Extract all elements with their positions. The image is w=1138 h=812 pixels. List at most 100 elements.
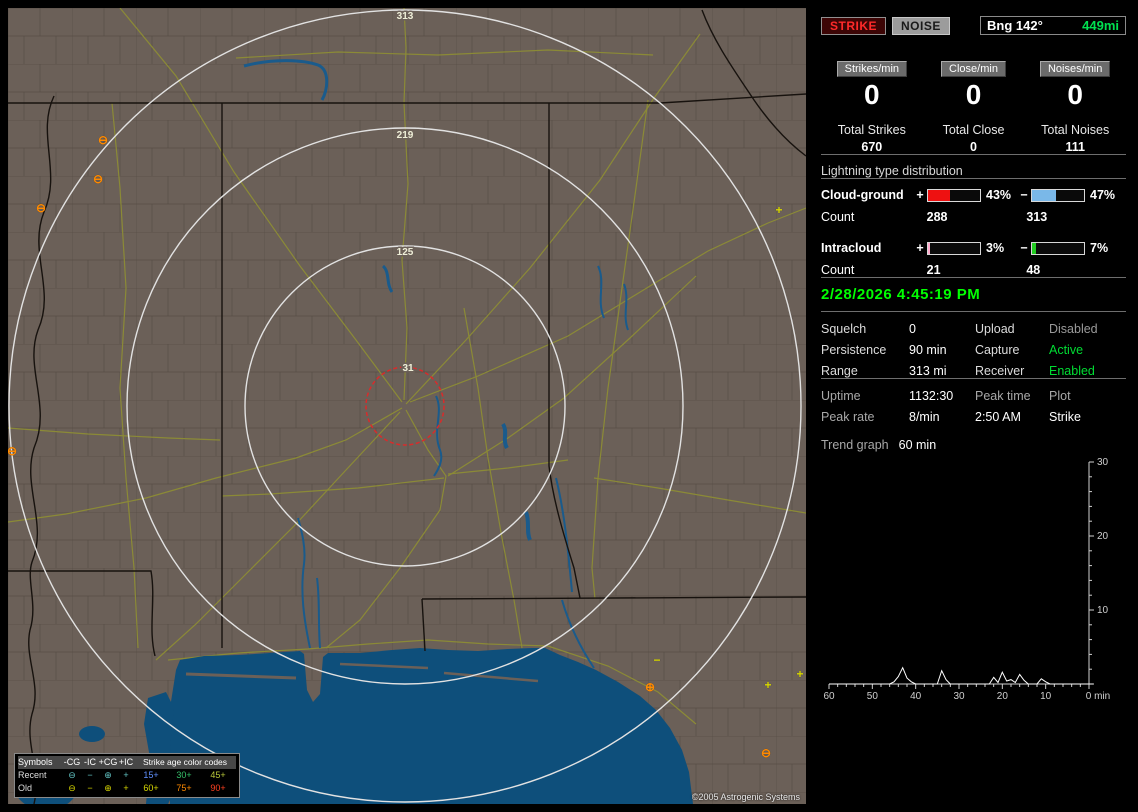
trend-window-value: 60 min <box>898 438 937 452</box>
ic-count-label: Count <box>821 263 855 277</box>
persistence-value: 90 min <box>909 343 947 357</box>
ic-minus-pct: 7% <box>1090 241 1109 255</box>
trend-header: Trend graph 60 min <box>821 438 1126 452</box>
persistence-label: Persistence <box>821 343 887 357</box>
cloud-ground-row: Cloud-ground + 43% − 47% <box>821 188 1126 202</box>
capture-label: Capture <box>975 343 1020 357</box>
svg-text:10: 10 <box>1097 605 1109 616</box>
ic-minus-old-icon: − <box>87 783 93 793</box>
ring-label-219: 219 <box>397 130 414 141</box>
total-noises-label: Total Noises <box>1041 123 1110 137</box>
svg-text:+: + <box>775 203 782 217</box>
legend-age-75: 75+ <box>176 783 192 793</box>
svg-text:⊖: ⊖ <box>761 746 771 760</box>
strikes-per-min-chip: Strikes/min <box>836 61 908 77</box>
legend-age-header: Strike age color codes <box>134 756 236 769</box>
range-value: 313 mi <box>909 364 947 378</box>
trend-chart: 60 50 40 30 20 10 0 min 30 20 10 <box>821 456 1126 709</box>
svg-text:⊖: ⊖ <box>98 133 108 147</box>
legend-col-ic-plus: +IC <box>118 756 134 769</box>
svg-text:⊖: ⊖ <box>93 172 103 186</box>
svg-text:⊖: ⊖ <box>36 201 46 215</box>
plus-sign: + <box>916 188 924 202</box>
ring-label-31: 31 <box>402 363 414 374</box>
legend-col-cg-plus: +CG <box>98 756 118 769</box>
noises-per-min-value: 0 <box>1067 79 1083 110</box>
lightning-map[interactable]: 313 219 125 31 ⊖ ⊖ ⊖ ⊖ ⊕ ⊖ + + + − Symbols -CG -I… <box>8 8 806 804</box>
intracloud-count-row: Count 21 48 <box>821 263 1126 277</box>
cg-minus-old-icon: ⊖ <box>68 783 76 793</box>
bearing-label: Bng 142° <box>987 18 1043 33</box>
ic-minus-bar <box>1031 241 1085 255</box>
legend-col-ic-minus: -IC <box>82 756 98 769</box>
close-counter: Close/min 0 Total Close 0 <box>923 61 1025 154</box>
ring-label-313: 313 <box>397 11 414 22</box>
total-close-label: Total Close <box>942 123 1005 137</box>
peak-time-label: Peak time <box>975 389 1031 403</box>
minus-sign: − <box>1020 188 1028 202</box>
ic-plus-bar <box>927 241 981 255</box>
cg-minus-bar <box>1031 188 1085 202</box>
side-panel: STRIKE NOISE Bng 142° 449mi Strikes/min … <box>815 8 1132 804</box>
receiver-value: Enabled <box>1049 364 1095 378</box>
uptime-value: 1132:30 <box>909 389 954 403</box>
minus-sign: − <box>1020 241 1028 255</box>
noise-button[interactable]: NOISE <box>892 16 950 35</box>
cg-minus-count: 313 <box>1026 210 1048 224</box>
legend-recent-label: Recent <box>18 770 47 780</box>
app-window: 313 219 125 31 ⊖ ⊖ ⊖ ⊖ ⊕ ⊖ + + + − Symbols -CG -I… <box>0 0 1138 812</box>
ic-plus-recent-icon: + <box>123 770 129 780</box>
datetime-display: 2/28/2026 4:45:19 PM <box>821 286 981 303</box>
close-per-min-chip: Close/min <box>941 61 1006 77</box>
capture-value: Active <box>1049 343 1084 357</box>
close-per-min-value: 0 <box>965 79 982 110</box>
ic-plus-count: 21 <box>926 263 941 277</box>
total-noises-value: 111 <box>1065 140 1085 154</box>
cg-plus-bar <box>927 188 981 202</box>
svg-text:20: 20 <box>997 691 1009 702</box>
legend-age-60: 60+ <box>143 783 159 793</box>
stats-grid: Uptime 1132:30 Peak time Plot Peak rate … <box>821 389 1126 424</box>
basemap-svg: 313 219 125 31 ⊖ ⊖ ⊖ ⊖ ⊕ ⊖ + + + − <box>8 8 806 804</box>
strike-button[interactable]: STRIKE <box>821 16 887 35</box>
svg-text:⊕: ⊕ <box>645 680 655 694</box>
status-grid: Squelch 0 Upload Disabled Persistence 90… <box>821 322 1126 378</box>
legend-old-label: Old <box>18 783 33 793</box>
svg-text:20: 20 <box>1097 531 1109 542</box>
svg-text:+: + <box>796 667 803 681</box>
total-strikes-value: 670 <box>861 140 883 154</box>
cg-plus-old-icon: ⊕ <box>104 783 112 793</box>
svg-text:30: 30 <box>953 691 965 702</box>
divider <box>821 178 1126 179</box>
copyright-text: ©2005 Astrogenic Systems <box>691 792 800 802</box>
legend-age-15: 15+ <box>143 770 159 780</box>
distribution-title: Lightning type distribution <box>821 164 963 178</box>
cloud-ground-label: Cloud-ground <box>821 188 904 202</box>
trend-chart-svg: 60 50 40 30 20 10 0 min 30 20 10 <box>823 457 1110 702</box>
bearing-distance: 449mi <box>1082 18 1119 33</box>
mode-toolbar: STRIKE NOISE Bng 142° 449mi <box>821 16 1126 35</box>
svg-text:−: − <box>653 653 660 667</box>
legend-age-30: 30+ <box>176 770 192 780</box>
svg-text:⊖: ⊖ <box>8 444 17 458</box>
peak-rate-label: Peak rate <box>821 410 875 424</box>
svg-text:0 min: 0 min <box>1086 691 1110 702</box>
bearing-readout: Bng 142° 449mi <box>980 16 1126 35</box>
svg-text:+: + <box>764 678 771 692</box>
cg-count-label: Count <box>821 210 855 224</box>
peak-rate-value: 8/min <box>909 410 940 424</box>
noises-per-min-chip: Noises/min <box>1039 61 1111 77</box>
svg-text:40: 40 <box>910 691 922 702</box>
cg-plus-count: 288 <box>926 210 948 224</box>
plot-label: Plot <box>1049 389 1071 403</box>
total-strikes-label: Total Strikes <box>837 123 906 137</box>
cg-plus-pct: 43% <box>986 188 1012 202</box>
map-legend: Symbols -CG -IC +CG +IC Strike age color… <box>14 753 240 798</box>
cg-minus-recent-icon: ⊖ <box>68 770 76 780</box>
ic-plus-old-icon: + <box>123 783 129 793</box>
squelch-label: Squelch <box>821 322 867 336</box>
divider <box>821 311 1126 312</box>
strikes-counter: Strikes/min 0 Total Strikes 670 <box>821 61 923 154</box>
noises-counter: Noises/min 0 Total Noises 111 <box>1024 61 1126 154</box>
cg-plus-recent-icon: ⊕ <box>104 770 112 780</box>
